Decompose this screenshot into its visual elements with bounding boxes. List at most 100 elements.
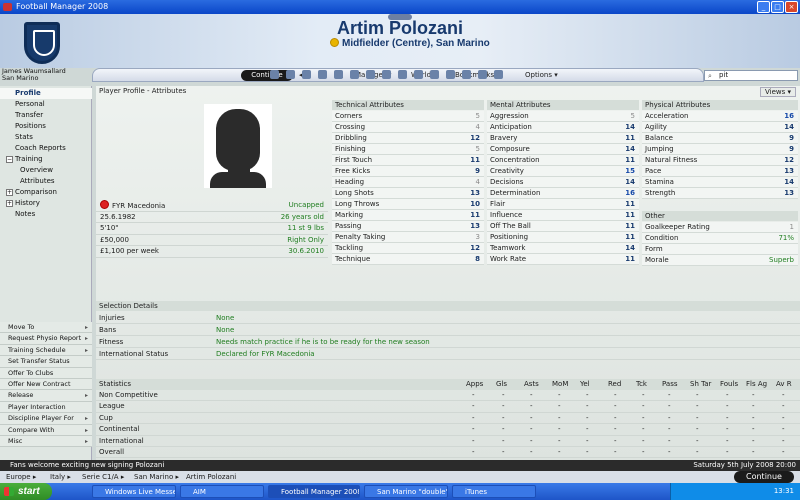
- news-headline[interactable]: Fans welcome exciting new signing Poloza…: [10, 461, 164, 469]
- player-silhouette: [204, 104, 272, 188]
- breadcrumb-serie-c1a[interactable]: Serie C1/A ▸: [78, 471, 128, 483]
- physical-header: Physical Attributes: [642, 100, 798, 110]
- action-release[interactable]: Release ▸: [0, 390, 92, 402]
- expand-icon[interactable]: +: [6, 189, 13, 196]
- search-input[interactable]: ⌕ pit: [704, 70, 798, 81]
- save-shortcut-icon[interactable]: [478, 70, 487, 79]
- stat-column-header[interactable]: Av R: [776, 379, 792, 390]
- attribute-name: Influence: [490, 211, 523, 219]
- sidebar-item-overview[interactable]: Overview: [0, 165, 92, 176]
- sidebar-item-stats[interactable]: Stats: [0, 132, 92, 143]
- mental-attribute-row: Decisions 14: [487, 177, 639, 188]
- breadcrumb-italy[interactable]: Italy ▸: [46, 471, 75, 483]
- task-football-manager[interactable]: Football Manager 2008: [268, 485, 360, 498]
- competitions-shortcut-icon[interactable]: [366, 70, 375, 79]
- collapse-icon[interactable]: −: [6, 156, 13, 163]
- sidebar-item-attributes[interactable]: Attributes: [0, 176, 92, 187]
- continue-button-bottom[interactable]: Continue: [734, 471, 794, 483]
- task-browser[interactable]: San Marino "double" ...: [364, 485, 448, 498]
- technical-attribute-row: Free Kicks 9: [332, 166, 484, 177]
- attribute-name: Natural Fitness: [645, 156, 698, 164]
- selection-international-status: International Status Declared for FYR Mac…: [96, 348, 800, 360]
- task-windows-live-messenger[interactable]: Windows Live Messen...: [92, 485, 176, 498]
- action-offer-to-clubs[interactable]: Offer To Clubs: [0, 367, 92, 379]
- stat-cell: -: [696, 448, 699, 456]
- maximize-icon[interactable]: □: [771, 1, 784, 13]
- transfers-shortcut-icon[interactable]: [414, 70, 423, 79]
- help-shortcut-icon[interactable]: [494, 70, 503, 79]
- stat-cell: -: [502, 425, 505, 434]
- action-compare-with[interactable]: Compare With ▸: [0, 424, 92, 436]
- attribute-name: Jumping: [645, 145, 674, 153]
- stat-row-label: League: [99, 402, 125, 411]
- sidebar-item-notes[interactable]: Notes: [0, 209, 92, 220]
- news-ticker[interactable]: Fans welcome exciting new signing Poloza…: [0, 460, 800, 471]
- scouting-shortcut-icon[interactable]: [398, 70, 407, 79]
- attribute-name: Positioning: [490, 233, 529, 241]
- action-set-transfer-status[interactable]: Set Transfer Status: [0, 356, 92, 368]
- stat-cell: -: [752, 425, 755, 434]
- stat-column-header[interactable]: Tck: [636, 379, 647, 390]
- breadcrumb-europe[interactable]: Europe ▸: [2, 471, 40, 483]
- stat-column-header[interactable]: Fouls: [720, 379, 738, 390]
- stat-column-header[interactable]: Fls Ag: [746, 379, 767, 390]
- sidebar-item-transfer[interactable]: Transfer: [0, 110, 92, 121]
- home-shortcut-icon[interactable]: [270, 70, 279, 79]
- options-menu[interactable]: Options ▾: [525, 71, 558, 80]
- sidebar-item-coach-reports[interactable]: Coach Reports: [0, 143, 92, 154]
- action-training-schedule[interactable]: Training Schedule ▸: [0, 344, 92, 357]
- physical-table: Acceleration 16 Agility 14 Balance 9 Jumping 9 N…: [642, 111, 798, 199]
- action-move-to[interactable]: Move To ▸: [0, 322, 92, 334]
- breadcrumb-san-marino[interactable]: San Marino ▸: [130, 471, 183, 483]
- stat-column-header[interactable]: Yel: [580, 379, 590, 390]
- stat-column-header[interactable]: Pass: [662, 379, 678, 390]
- sidebar-item-profile[interactable]: Profile: [0, 88, 92, 99]
- attribute-value: 14: [625, 178, 635, 186]
- sidebar-item-comparison[interactable]: + Comparison: [0, 187, 92, 198]
- expand-icon[interactable]: +: [6, 200, 13, 207]
- stat-column-header[interactable]: Sh Tar: [690, 379, 711, 390]
- sidebar-item-positions[interactable]: Positions: [0, 121, 92, 132]
- task-itunes[interactable]: iTunes: [452, 485, 536, 498]
- stat-column-header[interactable]: Gls: [496, 379, 507, 390]
- attribute-name: Crossing: [335, 123, 366, 131]
- breadcrumb-player[interactable]: Artim Polozani: [182, 471, 240, 483]
- page-title: Player Profile - Attributes: [99, 87, 187, 95]
- attribute-value: 13: [470, 222, 480, 230]
- action-discipline-player-for[interactable]: Discipline Player For ▸: [0, 413, 92, 425]
- close-icon[interactable]: ×: [785, 1, 798, 13]
- sidebar-item-personal[interactable]: Personal: [0, 99, 92, 110]
- training-shortcut-icon[interactable]: [334, 70, 343, 79]
- stat-column-header[interactable]: Apps: [466, 379, 483, 390]
- attribute-value: 4: [475, 123, 480, 131]
- finances-shortcut-icon[interactable]: [382, 70, 391, 79]
- stat-column-header[interactable]: Red: [608, 379, 621, 390]
- action-offer-new-contract[interactable]: Offer New Contract: [0, 378, 92, 391]
- sidebar-item-training[interactable]: − Training: [0, 154, 92, 165]
- stat-column-header[interactable]: MoM: [552, 379, 568, 390]
- attribute-name: Creativity: [490, 167, 524, 175]
- attribute-name: Morale: [645, 256, 669, 264]
- stat-cell: -: [726, 391, 729, 399]
- action-misc[interactable]: Misc ▸: [0, 435, 92, 448]
- stat-column-header[interactable]: Asts: [524, 379, 539, 390]
- fixtures-shortcut-icon[interactable]: [350, 70, 359, 79]
- stat-cell: -: [530, 425, 533, 434]
- binoculars-icon[interactable]: [446, 70, 455, 79]
- views-dropdown[interactable]: Views ▾: [759, 87, 796, 97]
- sidebar-item-history[interactable]: + History: [0, 198, 92, 209]
- stat-cell: -: [642, 436, 645, 445]
- squad-shortcut-icon[interactable]: [302, 70, 311, 79]
- notes-shortcut-icon[interactable]: [462, 70, 471, 79]
- tactics-shortcut-icon[interactable]: [318, 70, 327, 79]
- minimize-icon[interactable]: _: [757, 1, 770, 13]
- staff-shortcut-icon[interactable]: [430, 70, 439, 79]
- main-panel: Player Profile - Attributes Views ▾ FYR …: [96, 86, 800, 460]
- task-aim[interactable]: AIM: [180, 485, 264, 498]
- clock[interactable]: 13:31: [774, 487, 794, 495]
- action-request-physio-report[interactable]: Request Physio Report ▸: [0, 333, 92, 345]
- action-player-interaction[interactable]: Player Interaction: [0, 401, 92, 414]
- inbox-shortcut-icon[interactable]: [286, 70, 295, 79]
- start-button[interactable]: start: [0, 483, 52, 500]
- player-position: Midfielder (Centre), San Marino: [330, 38, 530, 49]
